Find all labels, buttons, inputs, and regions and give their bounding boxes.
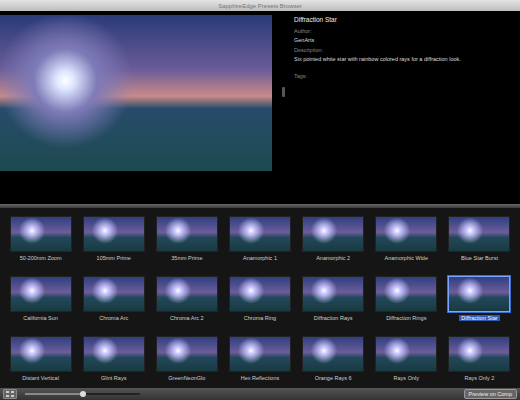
preset-item[interactable]: Rays Only 2 (443, 334, 516, 394)
preset-title: Diffraction Star (294, 16, 512, 25)
preset-label[interactable]: Rays Only 2 (462, 375, 496, 381)
preset-thumbnail[interactable] (302, 336, 364, 372)
preset-label[interactable]: 50-200mm Zoom (18, 255, 64, 261)
preset-label[interactable]: Glint Rays (99, 375, 128, 381)
preset-item[interactable]: Anamorphic Wide (370, 214, 443, 274)
preset-thumbnail[interactable] (375, 276, 437, 312)
title-bar: SapphireEdge Presets Browser (0, 0, 520, 11)
preset-label[interactable]: Chroma Arc (97, 315, 130, 321)
preset-thumbnail[interactable] (302, 276, 364, 312)
tags-label: Tags: (294, 73, 512, 80)
preset-label[interactable]: 105mm Prime (95, 255, 133, 261)
preset-thumbnail[interactable] (448, 276, 510, 312)
preset-label[interactable]: California Sun (21, 315, 60, 321)
grid-view-icon[interactable] (3, 389, 17, 399)
slider-knob[interactable] (80, 391, 86, 397)
preset-label[interactable]: Chroma Arc 2 (168, 315, 206, 321)
preset-item[interactable]: Orange Rays 6 (297, 334, 370, 394)
preset-item[interactable]: GreenNeonGlo (150, 334, 223, 394)
preset-item[interactable]: Glint Rays (77, 334, 150, 394)
preset-label[interactable]: Blue Star Burst (459, 255, 500, 261)
preset-label[interactable]: 35mm Prime (169, 255, 204, 261)
preset-label[interactable]: Hex Reflections (239, 375, 282, 381)
preset-thumbnail[interactable] (83, 276, 145, 312)
preset-info: Diffraction Star Author: GenArts Descrip… (294, 15, 520, 204)
preset-item[interactable]: Anamorphic 2 (297, 214, 370, 274)
preset-thumbnail[interactable] (302, 216, 364, 252)
description-label: Description: (294, 47, 512, 54)
preview-area: Diffraction Star Author: GenArts Descrip… (0, 11, 520, 204)
splitter-handle[interactable] (282, 87, 285, 97)
preset-thumbnail[interactable] (448, 216, 510, 252)
splitter[interactable] (272, 15, 294, 204)
preset-item[interactable]: Diffraction Star (443, 274, 516, 334)
preset-label[interactable]: Distant Vertical (20, 375, 61, 381)
preview-on-comp-button[interactable]: Preview on Comp (464, 389, 517, 399)
preset-item[interactable]: 35mm Prime (150, 214, 223, 274)
preset-item[interactable]: Hex Reflections (223, 334, 296, 394)
preset-thumbnail[interactable] (10, 276, 72, 312)
preset-label[interactable]: Chroma Ring (242, 315, 278, 321)
preset-label[interactable]: Diffraction Rays (312, 315, 355, 321)
preset-thumbnail[interactable] (229, 276, 291, 312)
preset-label[interactable]: Diffraction Rings (384, 315, 428, 321)
preset-grid: 50-200mm Zoom 105mm Prime 35mm Prime Ana… (0, 208, 520, 388)
preset-label[interactable]: Rays Only (392, 375, 421, 381)
preset-thumbnail[interactable] (375, 336, 437, 372)
preset-item[interactable]: Chroma Arc 2 (150, 274, 223, 334)
preset-item[interactable]: Chroma Arc (77, 274, 150, 334)
preset-thumbnail[interactable] (156, 336, 218, 372)
preview-image (0, 15, 272, 171)
preset-thumbnail[interactable] (229, 336, 291, 372)
preset-thumbnail[interactable] (375, 216, 437, 252)
preset-label[interactable]: Diffraction Star (459, 315, 499, 321)
preset-item[interactable]: Chroma Ring (223, 274, 296, 334)
preset-item[interactable]: Blue Star Burst (443, 214, 516, 274)
preset-label[interactable]: Anamorphic 1 (241, 255, 279, 261)
bottom-bar: Preview on Comp (0, 388, 520, 400)
preset-label[interactable]: Anamorphic Wide (383, 255, 430, 261)
zoom-slider[interactable] (25, 393, 140, 395)
preset-thumbnail[interactable] (156, 216, 218, 252)
preset-item[interactable]: Diffraction Rays (297, 274, 370, 334)
presets-browser-window: SapphireEdge Presets Browser Diffraction… (0, 0, 520, 400)
preset-thumbnail[interactable] (10, 336, 72, 372)
author-value: GenArts (294, 37, 512, 44)
preset-thumbnail[interactable] (156, 276, 218, 312)
description-value: Six pointed white star with rainbow colo… (294, 56, 512, 63)
preset-thumbnail[interactable] (83, 216, 145, 252)
preset-item[interactable]: California Sun (4, 274, 77, 334)
preset-label[interactable]: Orange Rays 6 (313, 375, 354, 381)
preset-label[interactable]: GreenNeonGlo (166, 375, 207, 381)
preset-item[interactable]: 105mm Prime (77, 214, 150, 274)
preset-thumbnail[interactable] (83, 336, 145, 372)
preset-label[interactable]: Anamorphic 2 (314, 255, 352, 261)
preset-thumbnail[interactable] (229, 216, 291, 252)
preset-item[interactable]: 50-200mm Zoom (4, 214, 77, 274)
preset-item[interactable]: Distant Vertical (4, 334, 77, 394)
preset-thumbnail[interactable] (10, 216, 72, 252)
window-title: SapphireEdge Presets Browser (218, 3, 302, 9)
preset-thumbnail[interactable] (448, 336, 510, 372)
preset-item[interactable]: Diffraction Rings (370, 274, 443, 334)
author-label: Author: (294, 28, 512, 35)
preset-item[interactable]: Anamorphic 1 (223, 214, 296, 274)
preset-item[interactable]: Rays Only (370, 334, 443, 394)
